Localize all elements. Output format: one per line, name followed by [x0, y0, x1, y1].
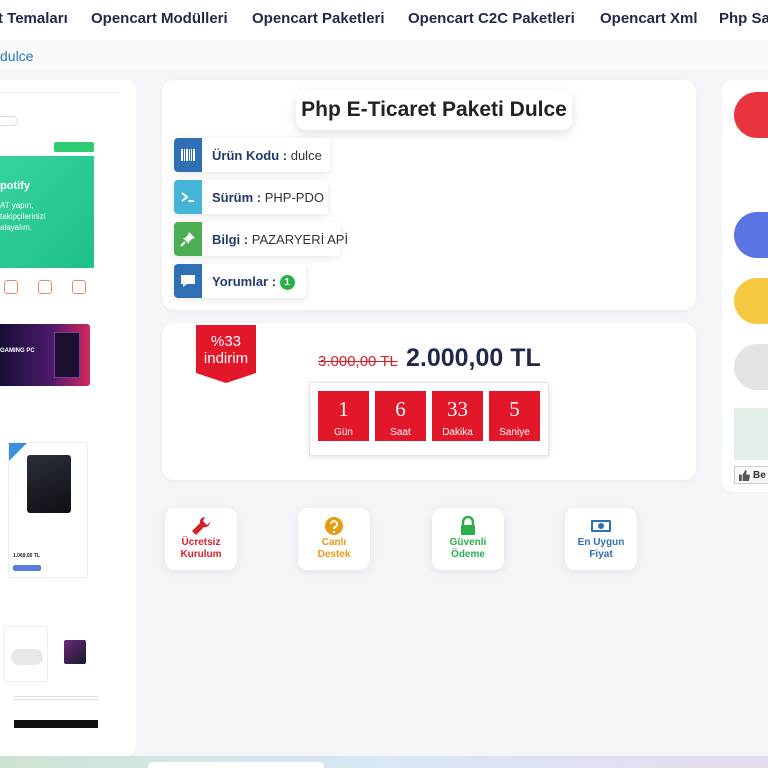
- row-label: Yorumlar :: [212, 274, 277, 289]
- question-icon: [325, 517, 343, 535]
- countdown-value: 6: [395, 397, 406, 421]
- lock-icon: [461, 516, 475, 535]
- product-title: Php E-Ticaret Paketi Dulce: [296, 90, 572, 130]
- row-label: Ürün Kodu :: [212, 148, 288, 163]
- top-navigation: t Temaları Opencart Modülleri Opencart P…: [0, 0, 768, 40]
- nav-item-modules[interactable]: Opencart Modülleri: [91, 10, 228, 27]
- countdown-seconds: 5 Saniye: [489, 391, 540, 441]
- discount-label: indirim: [203, 350, 249, 367]
- preview-product-card: 1.069,00 TL: [8, 442, 88, 578]
- feature-line: Kurulum: [180, 549, 222, 560]
- comment-icon: [174, 264, 202, 298]
- product-info-card: Php E-Ticaret Paketi Dulce Ürün Kodu : d…: [162, 80, 696, 310]
- price-card: %33 indirim 3.000,00 TL 2.000,00 TL 1 Gü…: [162, 323, 696, 480]
- breadcrumb-bar: dulce: [0, 40, 768, 70]
- countdown-timer: 1 Gün 6 Saat 33 Dakika 5 Saniye: [309, 382, 549, 456]
- terminal-icon: [174, 180, 202, 214]
- gamepad-icon: [11, 649, 43, 665]
- preview-keyboard-image: [64, 640, 86, 664]
- countdown-value: 1: [338, 397, 349, 421]
- countdown-hours: 6 Saat: [375, 391, 426, 441]
- preview-gamepad-card: [4, 626, 48, 682]
- money-icon: [591, 520, 611, 532]
- category-icon: [72, 280, 86, 294]
- countdown-unit: Saniye: [499, 427, 530, 438]
- category-icon: [38, 280, 52, 294]
- preview-card-price: 1.069,00 TL: [13, 553, 40, 559]
- category-icon: [4, 280, 18, 294]
- feature-secure-payment[interactable]: Güvenli Ödeme: [432, 508, 504, 570]
- product-code-value: dulce: [290, 148, 322, 163]
- nav-item-c2c-packages[interactable]: Opencart C2C Paketleri: [408, 10, 575, 27]
- info-value: PAZARYERİ APİ: [251, 232, 349, 247]
- preview-banner-title: potify: [0, 180, 30, 192]
- thumbs-up-icon: [739, 470, 750, 481]
- countdown-unit: Dakika: [442, 427, 473, 438]
- feature-line: En Uygun: [577, 537, 625, 548]
- nav-item-xml[interactable]: Opencart Xml: [600, 10, 698, 27]
- notice-box: [734, 408, 768, 460]
- new-price: 2.000,00 TL: [406, 344, 541, 372]
- product-preview-image[interactable]: potify AT yapın, takipçilerinizi alayalı…: [0, 80, 136, 756]
- preview-banner-line: alayalım.: [0, 223, 33, 232]
- feature-line: Ödeme: [451, 549, 485, 560]
- feature-line: Ücretsiz: [181, 537, 221, 548]
- breadcrumb[interactable]: dulce: [0, 48, 33, 64]
- feature-free-setup[interactable]: Ücretsiz Kurulum: [165, 508, 237, 570]
- discount-percent: %33: [210, 333, 242, 350]
- preview-banner-line: takipçilerinizi: [0, 212, 46, 221]
- countdown-value: 5: [509, 397, 520, 421]
- action-button-yellow[interactable]: [734, 278, 768, 324]
- wrench-icon: [192, 516, 211, 535]
- feature-line: Fiyat: [589, 549, 613, 560]
- nav-item-themes[interactable]: t Temaları: [0, 10, 68, 27]
- old-price: 3.000,00 TL: [318, 353, 398, 370]
- feature-line: Güvenli: [449, 537, 487, 548]
- feature-live-support[interactable]: Canlı Destek: [298, 508, 370, 570]
- preview-green-banner: potify AT yapın, takipçilerinizi alayalı…: [0, 156, 94, 268]
- countdown-days: 1 Gün: [318, 391, 369, 441]
- preview-category-icons: [0, 280, 94, 308]
- row-label: Sürüm :: [212, 190, 262, 205]
- preview-cart-button: [13, 565, 41, 571]
- nav-item-packages[interactable]: Opencart Paketleri: [252, 10, 385, 27]
- version-row: Sürüm : PHP-PDO: [174, 180, 328, 214]
- action-button-blue[interactable]: [734, 212, 768, 258]
- like-button[interactable]: Be: [734, 466, 768, 484]
- preview-banner-line: AT yapın,: [0, 201, 34, 210]
- pin-icon: [174, 222, 202, 256]
- preview-black-bar: [14, 720, 98, 728]
- product-code-row: Ürün Kodu : dulce: [174, 138, 330, 172]
- action-button-gray[interactable]: [734, 344, 768, 390]
- taskbar-search[interactable]: [148, 762, 324, 768]
- feature-best-price[interactable]: En Uygun Fiyat: [565, 508, 637, 570]
- countdown-minutes: 33 Dakika: [432, 391, 483, 441]
- feature-line: Canlı: [321, 537, 347, 548]
- info-row: Bilgi : PAZARYERİ APİ: [174, 222, 348, 256]
- preview-gaming-banner: GAMING PC: [0, 324, 90, 386]
- review-count-badge[interactable]: 1: [279, 275, 295, 291]
- like-label: Be: [753, 470, 766, 481]
- countdown-value: 33: [447, 397, 468, 421]
- version-value: PHP-PDO: [264, 190, 324, 205]
- preview-footnote: [14, 694, 98, 704]
- pc-tower-image: [27, 455, 71, 513]
- feature-line: Destek: [317, 549, 351, 560]
- nav-item-php[interactable]: Php Sa: [719, 10, 768, 27]
- preview-header: [0, 92, 120, 152]
- buy-button-red[interactable]: [734, 92, 768, 138]
- barcode-icon: [174, 138, 202, 172]
- countdown-unit: Gün: [334, 427, 353, 438]
- action-sidebar: Be: [722, 80, 768, 492]
- countdown-unit: Saat: [390, 427, 411, 438]
- reviews-row[interactable]: Yorumlar : 1: [174, 264, 306, 298]
- gaming-label: GAMING PC: [0, 348, 35, 354]
- discount-badge: %33 indirim: [196, 325, 256, 383]
- os-taskbar: [0, 756, 768, 768]
- row-label: Bilgi :: [212, 232, 249, 247]
